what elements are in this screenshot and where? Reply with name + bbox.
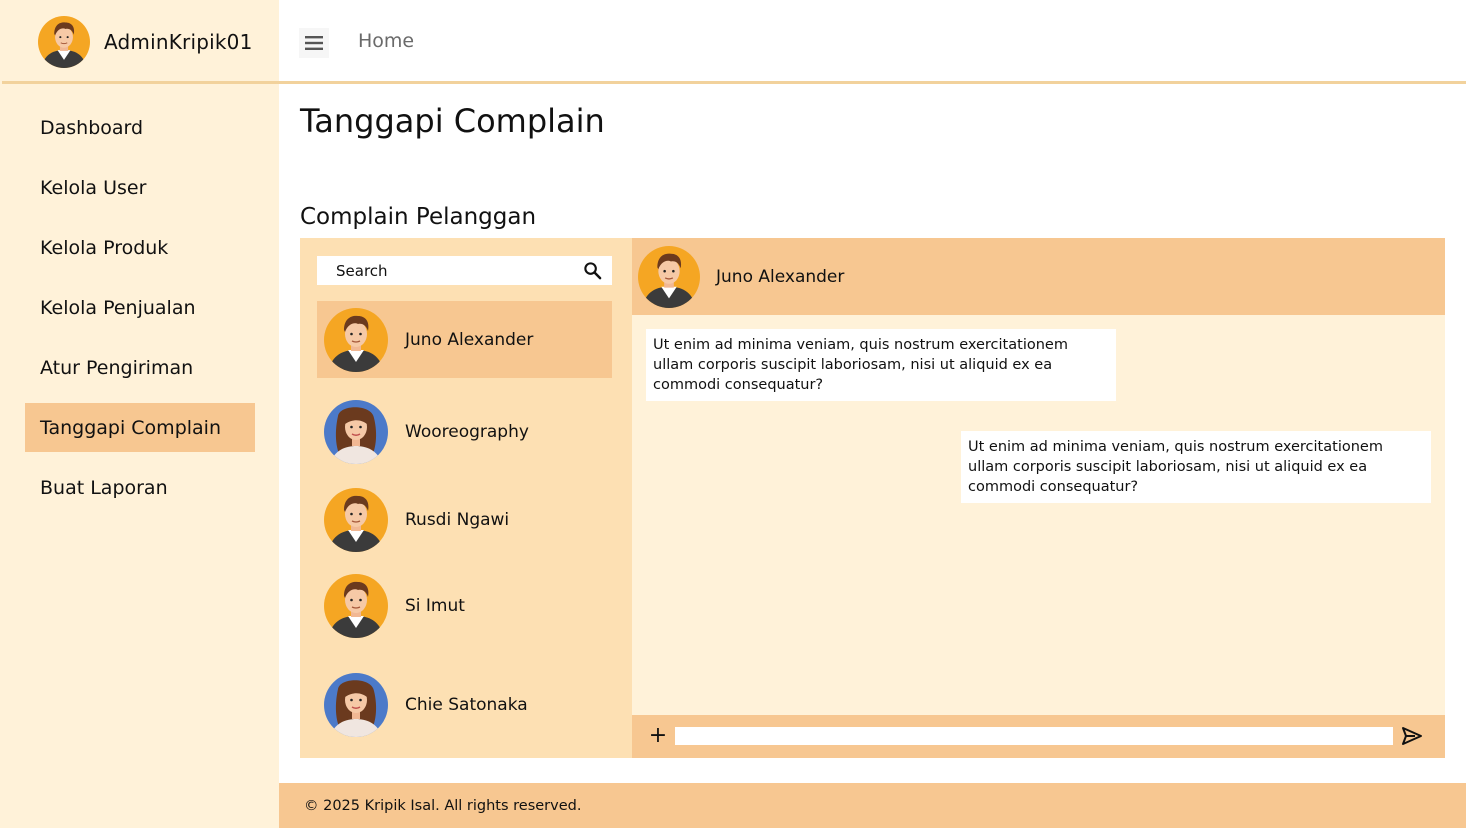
sidebar-item-kelola-user[interactable]: Kelola User bbox=[25, 163, 255, 212]
avatar bbox=[638, 246, 700, 308]
avatar bbox=[324, 673, 388, 737]
sidebar-item-kelola-penjualan[interactable]: Kelola Penjualan bbox=[25, 283, 255, 332]
chat-contact-name: Juno Alexander bbox=[716, 266, 845, 287]
chat-header: Juno Alexander bbox=[632, 238, 1445, 315]
contact-item-si-imut[interactable]: Si Imut bbox=[317, 567, 612, 644]
header-divider bbox=[2, 81, 1466, 84]
sidebar-item-tanggapi-complain[interactable]: Tanggapi Complain bbox=[25, 403, 255, 452]
footer: © 2025 Kripik Isal. All rights reserved. bbox=[279, 783, 1466, 828]
sidebar: AdminKripik01 Dashboard Kelola User Kelo… bbox=[0, 0, 279, 828]
search-icon[interactable] bbox=[583, 261, 602, 280]
complaint-contact-list: Search Juno Alexander Wooreography Rusdi… bbox=[300, 238, 632, 758]
sidebar-item-dashboard[interactable]: Dashboard bbox=[25, 103, 255, 152]
section-title: Complain Pelanggan bbox=[300, 204, 537, 230]
sidebar-item-buat-laporan[interactable]: Buat Laporan bbox=[25, 463, 255, 512]
top-bar: Home bbox=[279, 0, 1466, 84]
message-bubble-outgoing: Ut enim ad minima veniam, quis nostrum e… bbox=[961, 431, 1431, 503]
contact-name: Juno Alexander bbox=[405, 329, 534, 350]
message-input[interactable] bbox=[675, 727, 1393, 745]
sidebar-item-atur-pengiriman[interactable]: Atur Pengiriman bbox=[25, 343, 255, 392]
contact-item-juno-alexander[interactable]: Juno Alexander bbox=[317, 301, 612, 378]
contact-item-wooreography[interactable]: Wooreography bbox=[317, 393, 612, 470]
user-profile[interactable]: AdminKripik01 bbox=[0, 0, 279, 84]
avatar bbox=[324, 574, 388, 638]
contact-name: Chie Satonaka bbox=[405, 694, 528, 715]
message-composer: + bbox=[632, 715, 1445, 758]
sidebar-nav: Dashboard Kelola User Kelola Produk Kelo… bbox=[25, 103, 255, 523]
username: AdminKripik01 bbox=[104, 30, 253, 54]
send-icon[interactable] bbox=[1401, 726, 1423, 746]
contact-name: Rusdi Ngawi bbox=[405, 509, 510, 530]
avatar bbox=[38, 16, 90, 68]
sidebar-item-kelola-produk[interactable]: Kelola Produk bbox=[25, 223, 255, 272]
contact-item-rusdi-ngawi[interactable]: Rusdi Ngawi bbox=[317, 481, 612, 558]
hamburger-menu-button[interactable] bbox=[299, 28, 329, 58]
avatar bbox=[324, 308, 388, 372]
attach-button[interactable]: + bbox=[648, 724, 668, 748]
home-link[interactable]: Home bbox=[358, 30, 414, 52]
copyright-text: © 2025 Kripik Isal. All rights reserved. bbox=[304, 797, 582, 814]
chat-panel: Juno Alexander Ut enim ad minima veniam,… bbox=[632, 238, 1445, 758]
avatar bbox=[324, 488, 388, 552]
contact-item-chie-satonaka[interactable]: Chie Satonaka bbox=[317, 666, 612, 743]
message-bubble-incoming: Ut enim ad minima veniam, quis nostrum e… bbox=[646, 329, 1116, 401]
search-input[interactable]: Search bbox=[336, 262, 388, 280]
page-title: Tanggapi Complain bbox=[300, 102, 605, 140]
hamburger-icon bbox=[305, 36, 323, 50]
search-box[interactable]: Search bbox=[317, 256, 612, 285]
contact-name: Wooreography bbox=[405, 421, 529, 442]
avatar bbox=[324, 400, 388, 464]
contact-name: Si Imut bbox=[405, 595, 465, 616]
